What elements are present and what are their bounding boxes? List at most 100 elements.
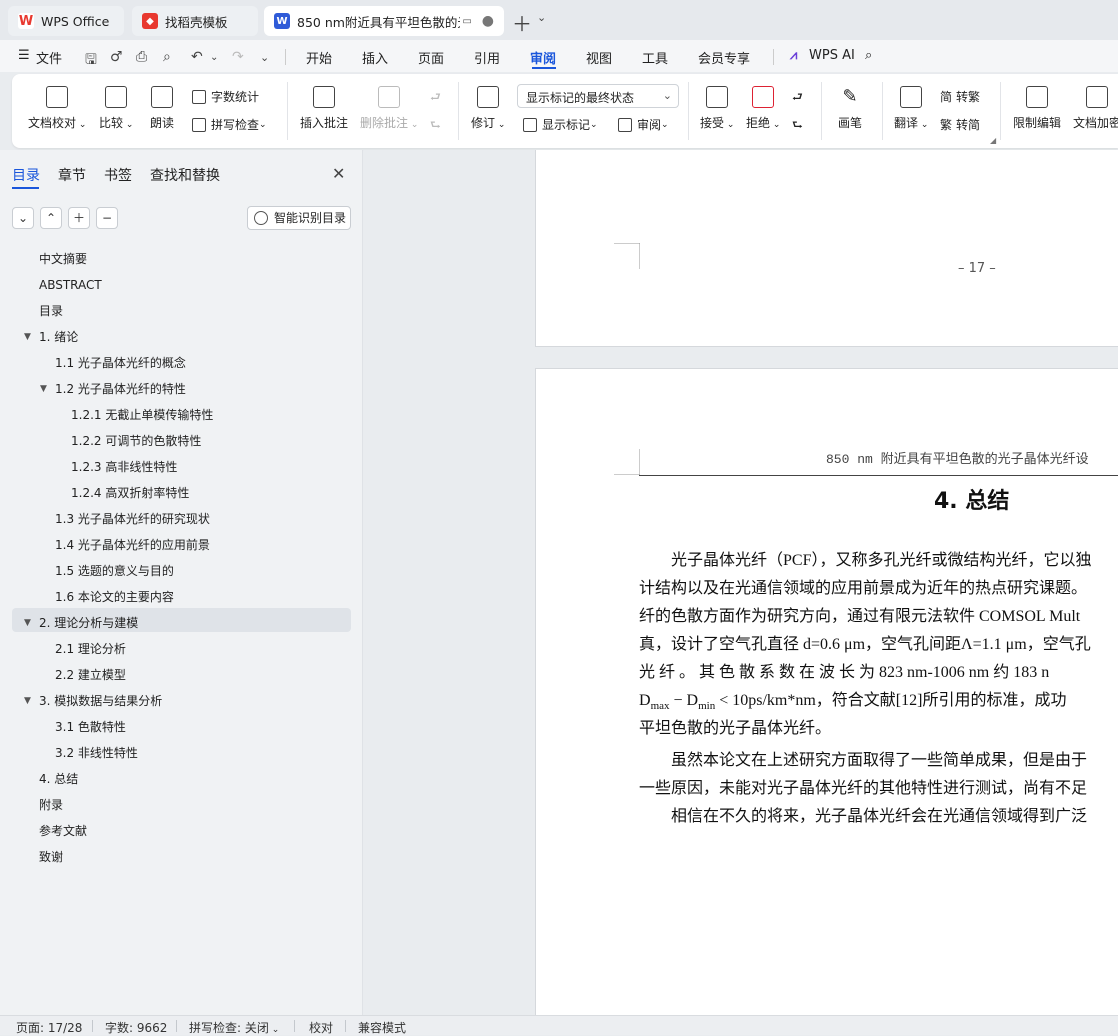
toc-item[interactable]: 致谢 xyxy=(39,846,63,868)
body-line: 光 纤 。 其 色 散 系 数 在 波 长 为 823 nm-1006 nm 约… xyxy=(639,664,1050,681)
tab-docer-templates[interactable]: ◆ 找稻壳模板 xyxy=(132,6,258,36)
status-spell-check[interactable]: 拼写检查: 关闭 ⌄ xyxy=(189,1019,279,1036)
toc-item[interactable]: 参考文献 xyxy=(39,820,87,842)
page-18[interactable]: 850 nm 附近具有平坦色散的光子晶体光纤设 4. 总结 光子晶体光纤（PCF… xyxy=(535,368,1118,1015)
menu-file[interactable]: 文件 xyxy=(36,48,62,67)
tab-toc[interactable]: 目录 xyxy=(12,165,40,185)
close-icon[interactable]: ✕ xyxy=(332,164,345,183)
accept-button[interactable]: 接受 ⌄ xyxy=(700,86,734,131)
toc-item[interactable]: 4. 总结 xyxy=(39,768,78,790)
print-preview-icon[interactable]: ⌕ xyxy=(163,49,171,65)
toc-item[interactable]: ▼ 3. 模拟数据与结果分析 xyxy=(24,690,162,712)
print-icon[interactable]: ⎙ xyxy=(136,49,147,65)
review-pane-button[interactable]: 审阅 ⌄ xyxy=(618,116,669,133)
next-comment-icon[interactable]: ⮑ xyxy=(430,116,441,137)
expand-triangle-icon[interactable]: ▼ xyxy=(24,326,31,348)
tab-dot-icon[interactable]: ● xyxy=(482,13,494,29)
menu-tools[interactable]: 工具 xyxy=(642,48,668,67)
ribbon-separator xyxy=(688,82,689,140)
undo-icon[interactable]: ↶ xyxy=(191,49,203,65)
status-proofread[interactable]: 校对 xyxy=(309,1019,333,1036)
menu-view[interactable]: 视图 xyxy=(586,48,612,67)
track-changes-button[interactable]: 修订 ⌄ xyxy=(471,86,505,131)
collapse-up-button[interactable]: ⌃ xyxy=(40,207,62,229)
menu-membership[interactable]: 会员专享 xyxy=(698,48,750,67)
toc-item[interactable]: 1.1 光子晶体光纤的概念 xyxy=(55,352,186,374)
menu-review[interactable]: 审阅 xyxy=(530,48,556,67)
previous-comment-icon[interactable]: ⮐ xyxy=(430,88,441,109)
redo-icon[interactable]: ↷ xyxy=(232,49,244,65)
tab-find-replace[interactable]: 查找和替换 xyxy=(150,165,220,185)
restrict-edit-button[interactable]: 限制编辑 xyxy=(1013,86,1061,131)
reject-button[interactable]: 拒绝 ⌄ xyxy=(746,86,780,131)
toc-item[interactable]: 1.2.3 高非线性特性 xyxy=(71,456,177,478)
doc-encrypt-button[interactable]: 文档加密 xyxy=(1073,86,1118,131)
tab-list-chevron-icon[interactable]: ⌄ xyxy=(537,11,546,24)
search-icon[interactable]: ⌕ xyxy=(865,48,872,63)
toc-item[interactable]: ▼ 1. 绪论 xyxy=(24,326,78,348)
toc-item[interactable]: 1.3 光子晶体光纤的研究现状 xyxy=(55,508,210,530)
toc-item[interactable]: 2.1 理论分析 xyxy=(55,638,126,660)
read-aloud-button[interactable]: 朗读 xyxy=(150,86,174,131)
share-icon[interactable]: ♂ xyxy=(110,49,123,65)
toc-item[interactable]: ▼ 1.2 光子晶体光纤的特性 xyxy=(40,378,186,400)
toc-item[interactable]: 1.2.2 可调节的色散特性 xyxy=(71,430,201,452)
toc-item[interactable]: 1.5 选题的意义与目的 xyxy=(55,560,174,582)
translate-button[interactable]: 翻译 ⌄ xyxy=(894,86,928,131)
status-page[interactable]: 页面: 17/28 xyxy=(16,1019,82,1036)
delete-comment-button[interactable]: 删除批注 ⌄ xyxy=(360,86,418,131)
to-traditional-button[interactable]: 简 转繁 xyxy=(940,88,980,105)
expand-triangle-icon[interactable]: ▼ xyxy=(40,378,47,400)
doc-check-button[interactable]: 文档校对 ⌄ xyxy=(28,86,86,131)
undo-chevron-icon[interactable]: ⌄ xyxy=(210,52,218,63)
toc-item[interactable]: 1.2.4 高双折射率特性 xyxy=(71,482,189,504)
word-count-button[interactable]: 字数统计 xyxy=(192,88,259,105)
traditional-icon: 简 xyxy=(940,90,953,104)
tab-bookmarks[interactable]: 书签 xyxy=(104,165,132,185)
toc-item[interactable]: 3.1 色散特性 xyxy=(55,716,126,738)
toc-item[interactable]: 中文摘要 xyxy=(39,248,87,270)
document-canvas[interactable]: – 17 – 850 nm 附近具有平坦色散的光子晶体光纤设 4. 总结 光子晶… xyxy=(364,150,1118,1015)
menu-references[interactable]: 引用 xyxy=(474,48,500,67)
toc-item-selected[interactable]: ▼ 2. 理论分析与建模 xyxy=(24,612,138,634)
to-simplified-button[interactable]: 繁 转简 xyxy=(940,116,980,133)
menu-home[interactable]: 开始 xyxy=(306,48,332,67)
expand-triangle-icon[interactable]: ▼ xyxy=(24,612,31,634)
quick-access-chevron-icon[interactable]: ⌄ xyxy=(260,51,269,64)
status-word-count[interactable]: 字数: 9662 xyxy=(105,1019,167,1036)
toc-item[interactable]: 1.4 光子晶体光纤的应用前景 xyxy=(55,534,210,556)
spell-check-button[interactable]: 拼写检查 ⌄ xyxy=(192,116,267,133)
remove-heading-button[interactable]: − xyxy=(96,207,118,229)
tab-current-document[interactable]: W 850 nm附近具有平坦色散的光 ▭ ● xyxy=(264,6,504,36)
hamburger-icon[interactable]: ☰ xyxy=(18,48,30,63)
add-heading-button[interactable]: ＋ xyxy=(68,207,90,229)
tab-wps-office[interactable]: W WPS Office xyxy=(8,6,124,36)
expand-triangle-icon[interactable]: ▼ xyxy=(24,690,31,712)
insert-comment-button[interactable]: 插入批注 xyxy=(300,86,348,131)
toc-item[interactable]: ABSTRACT xyxy=(39,274,102,296)
show-markup-button[interactable]: 显示标记 ⌄ xyxy=(523,116,598,133)
previous-change-icon[interactable]: ⮐ xyxy=(792,88,803,109)
next-change-icon[interactable]: ⮑ xyxy=(792,116,803,137)
toc-item[interactable]: 1.6 本论文的主要内容 xyxy=(55,586,174,608)
markup-state-select[interactable]: 显示标记的最终状态 ⌄ xyxy=(517,84,679,108)
menu-page[interactable]: 页面 xyxy=(418,48,444,67)
toc-item[interactable]: 3.2 非线性特性 xyxy=(55,742,138,764)
collapse-down-button[interactable]: ⌄ xyxy=(12,207,34,229)
menu-insert[interactable]: 插入 xyxy=(362,48,388,67)
toc-item[interactable]: 2.2 建立模型 xyxy=(55,664,126,686)
ink-button[interactable]: ✎ 画笔 xyxy=(838,86,862,131)
toc-item[interactable]: 1.2.1 无截止单模传输特性 xyxy=(71,404,213,426)
new-tab-plus-icon[interactable]: ＋ xyxy=(512,8,532,37)
wps-ai-icon[interactable]: ⩘ xyxy=(790,48,797,63)
compare-button[interactable]: 比较 ⌄ xyxy=(99,86,133,131)
tab-sections[interactable]: 章节 xyxy=(58,165,86,185)
page-17[interactable]: – 17 – xyxy=(535,150,1118,347)
smart-toc-button[interactable]: 智能识别目录 xyxy=(247,206,351,230)
reject-icon xyxy=(752,86,775,108)
toc-item[interactable]: 附录 xyxy=(39,794,63,816)
menu-wps-ai[interactable]: WPS AI xyxy=(809,48,855,63)
toc-item[interactable]: 目录 xyxy=(39,300,63,322)
save-icon[interactable]: 🖫 xyxy=(85,49,97,73)
group-expand-icon[interactable]: ◢ xyxy=(990,136,996,145)
